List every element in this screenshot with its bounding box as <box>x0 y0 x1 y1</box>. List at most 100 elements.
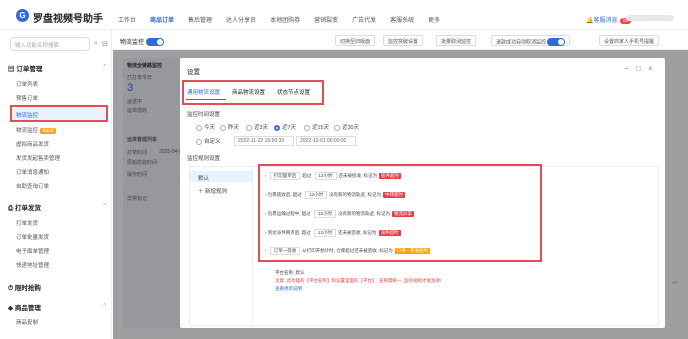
radio-yesterday[interactable]: 昨天 <box>220 123 239 131</box>
nav-item[interactable]: 本地团购券 <box>270 15 300 24</box>
rule-row: › 包裹运输过程中, 超过 12小时 没有新的物流轨迹, 标记为 物流异常 <box>265 210 415 218</box>
rule-trigger-select[interactable]: 打印面单后 <box>269 172 301 180</box>
search-input[interactable]: 输入功能名称搜索 <box>10 37 90 51</box>
rule-trigger-select[interactable]: 订单一签收 <box>269 247 301 255</box>
nav-item[interactable]: 达人分享员 <box>226 15 256 24</box>
search-icon[interactable]: ⌕ <box>94 40 98 48</box>
rule-time-select[interactable]: 12小时 <box>314 172 337 180</box>
monitor-toggle[interactable] <box>145 38 164 47</box>
add-rule-label: 新增规则 <box>205 189 228 195</box>
rule-text: 从打印开始计时, 仓库超过 <box>302 248 355 253</box>
sidebar-item[interactable]: 打单发货 <box>16 219 38 227</box>
rule-time-select[interactable]: 12小时 <box>305 191 328 199</box>
monitor-range-label: 监控时间设置 <box>187 112 221 118</box>
sidebar-item[interactable]: 订单消息通知 <box>16 168 49 176</box>
rule-tag[interactable]: 揽件超时 <box>379 173 402 179</box>
sidebar-item[interactable]: 订单列表 <box>16 80 38 88</box>
settings-dialog: 设置 − □ × 通用物流设置 商品物流设置 状态节点设置 监控时间设置 今天 … <box>180 58 665 328</box>
nav-item[interactable]: 工作台 <box>118 15 136 24</box>
sidebar-item[interactable]: 虚拟商品发货 <box>16 140 49 148</box>
toolbar-title: 物流监控 <box>120 40 145 46</box>
radio-label: 今天 <box>204 125 216 131</box>
nav-item[interactable]: 营销裂变 <box>314 15 338 24</box>
sidebar-group-products[interactable]: ◈ 商品管理 ⌃ <box>8 302 107 312</box>
rule-time-select[interactable]: 12小时 <box>314 210 337 218</box>
rule-tag[interactable]: 中转超时 <box>383 192 406 198</box>
radio-3days[interactable]: 近3天 <box>246 123 268 131</box>
rule-text: 包裹运输过程中, 超过 <box>267 211 311 216</box>
tab-product-logistics[interactable]: 商品物流设置 <box>232 88 265 96</box>
sidebar-item[interactable]: 自助查询订单 <box>16 182 49 190</box>
monitor-settings-button[interactable]: 监控突破设置 <box>383 35 424 46</box>
date-end-input[interactable]: 2022-12-01 00:00:02 <box>296 136 356 146</box>
chevron-up-icon: ⌃ <box>102 203 108 210</box>
cancel-monitor-button[interactable]: 批量取消监控 <box>436 35 477 46</box>
footer-platform: 平台名称: 默认 <box>275 270 305 275</box>
chevron-up-icon: ⌃ <box>102 64 108 71</box>
auto-cancel-button[interactable]: 退款成功自动取消监控 <box>491 35 571 46</box>
rule-text: 包裹揽收后, 超过 <box>267 192 302 197</box>
rule-text: 还未被签收, 标记为 <box>354 248 393 253</box>
sidebar-group-orders[interactable]: ▤ 订单管理 ⌃ <box>8 63 107 73</box>
rule-row: › 订单一签收 从打印开始计时, 仓库超过还未被签收, 标记为 订单一签收超时 <box>265 247 431 255</box>
sidebar-item[interactable]: 电子面单管理 <box>16 247 49 255</box>
tab-general-logistics[interactable]: 通用物流设置 <box>187 88 220 96</box>
main-nav: 工作台 商品订单 售后管理 达人分享员 本地团购券 营销裂变 广告代发 客服系统… <box>118 15 454 24</box>
close-icon[interactable]: × <box>648 64 653 73</box>
rule-text: 没有新的物流轨迹, 标记为 <box>338 211 391 216</box>
phone-remind-button[interactable]: 设置商家人手机号提醒 <box>599 35 660 46</box>
sidebar-item-selected[interactable]: 物流监控 <box>10 105 108 122</box>
nav-item-active[interactable]: 商品订单 <box>150 15 174 24</box>
rule-time-select[interactable]: 12小时 <box>314 229 337 237</box>
group-label: 商品管理 <box>14 305 41 312</box>
sidebar-group-flash-sale[interactable]: ⏱ 限时抢购 <box>8 282 41 293</box>
sidebar-item[interactable]: 预售订单 <box>16 94 38 102</box>
auto-cancel-toggle[interactable] <box>547 38 566 46</box>
radio-label: 昨天 <box>228 125 240 131</box>
rule-group-default[interactable]: 默认 <box>190 171 252 182</box>
footer-link[interactable]: 查看更新说明 <box>275 286 302 292</box>
rule-tag[interactable]: 派件超时 <box>378 230 401 236</box>
rule-row: › 到达派件网点后, 超过 12小时 还未被签收, 标记为 派件超时 <box>265 229 401 237</box>
date-start-input[interactable]: 2022-11-22 15:50:33 <box>234 136 294 146</box>
collapse-icon[interactable]: ⊟ <box>102 40 108 48</box>
switch-old-button[interactable]: 切换至旧版面 <box>335 35 376 46</box>
logo-icon: G <box>16 9 29 22</box>
rule-row: › 打印面单后 超过 12小时 还未被揽收, 标记为 揽件超时 <box>265 172 402 180</box>
sidebar-item[interactable]: 快递地址管理 <box>16 261 49 269</box>
footer-note: 注意: 此功能的【平台名称】和设置里面的【平台】, 名称需统一, 监控规则才能生… <box>275 278 442 283</box>
rule-text: 还未被签收, 标记为 <box>338 230 377 235</box>
new-badge: 再新版 <box>40 128 57 134</box>
rule-group-list: 默认 ＋ 新增规则 <box>190 167 253 327</box>
nav-item[interactable]: 广告代发 <box>352 15 376 24</box>
minimize-icon[interactable]: − <box>624 64 629 73</box>
app-title: 罗盘视频号助手 <box>33 14 103 25</box>
maximize-icon[interactable]: □ <box>636 64 641 73</box>
nav-item[interactable]: 售后管理 <box>188 15 212 24</box>
radio-30days[interactable]: 近30天 <box>334 123 359 131</box>
user-menu[interactable] <box>626 15 674 21</box>
rule-text: 还未被揽收, 标记为 <box>338 173 378 178</box>
nav-item[interactable]: 客服系统 <box>390 15 414 24</box>
toolbar: 物流监控 切换至旧版面 监控突破设置 批量取消监控 退款成功自动取消监控 设置商… <box>113 30 688 50</box>
rule-tag[interactable]: 订单一签收超时 <box>394 248 431 254</box>
radio-15days[interactable]: 近15天 <box>304 123 329 131</box>
sidebar-item[interactable]: 物流监控 再新版 <box>16 126 57 134</box>
rule-text: 到达派件网点后, 超过 <box>267 230 311 235</box>
plus-icon: ＋ <box>198 189 206 195</box>
radio-today[interactable]: 今天 <box>196 123 215 131</box>
nav-item[interactable]: 更多 <box>428 15 440 24</box>
messages-link[interactable]: 🔔客服消息 16 <box>586 15 632 24</box>
sidebar-item[interactable]: 订单批量发货 <box>16 233 49 241</box>
sidebar-group-shipping[interactable]: ⎙ 打单发货 ⌃ <box>8 202 107 213</box>
rule-tag[interactable]: 物流异常 <box>392 211 415 217</box>
radio-7days[interactable]: 近7天 <box>274 123 296 131</box>
scroll-down-icon[interactable]: ▾▾ <box>672 280 677 286</box>
add-rule-button[interactable]: ＋ 新增规则 <box>198 187 227 195</box>
sidebar-item[interactable]: 发货发起售卖管理 <box>16 154 60 162</box>
active-tab-indicator <box>186 99 226 100</box>
chevron-up-icon: ⌃ <box>102 303 108 310</box>
tab-status-node[interactable]: 状态节点设置 <box>277 88 310 96</box>
radio-custom[interactable]: 自定义 <box>196 137 221 145</box>
sidebar-item[interactable]: 商品复制 <box>16 318 38 326</box>
